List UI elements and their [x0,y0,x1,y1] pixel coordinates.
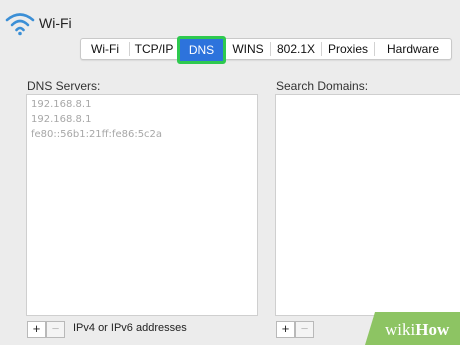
tab-bar: Wi-Fi TCP/IP DNS WINS 802.1X Proxies Har… [80,36,452,64]
search-domains-list[interactable] [275,94,460,316]
wifi-icon [5,13,35,36]
list-item[interactable]: 192.168.8.1 [31,114,91,125]
tab-dns[interactable]: DNS [177,36,226,64]
tab-wifi[interactable]: Wi-Fi [81,39,129,59]
tab-tcpip[interactable]: TCP/IP [130,39,178,59]
list-item[interactable]: fe80::56b1:21ff:fe86:5c2a [31,129,162,140]
svg-text:wikiHow: wikiHow [385,320,450,339]
window-header: Wi-Fi [0,0,460,40]
watermark-wiki: wiki [385,320,416,339]
tab-8021x[interactable]: 802.1X [271,39,321,59]
tab-hardware[interactable]: Hardware [375,39,451,59]
add-search-domain-button[interactable]: + [276,321,295,338]
search-domains-label: Search Domains: [276,79,369,93]
dns-servers-label: DNS Servers: [27,79,101,93]
remove-dns-server-button[interactable]: − [46,321,65,338]
tab-proxies[interactable]: Proxies [322,39,374,59]
watermark-how: How [415,320,450,339]
dns-hint-text: IPv4 or IPv6 addresses [73,322,187,334]
list-item[interactable]: 192.168.8.1 [31,99,91,110]
tab-wins[interactable]: WINS [226,39,270,59]
page-title: Wi-Fi [39,15,72,31]
add-dns-server-button[interactable]: + [27,321,46,338]
remove-search-domain-button[interactable]: − [295,321,314,338]
dns-servers-list[interactable]: 192.168.8.1 192.168.8.1 fe80::56b1:21ff:… [26,94,258,316]
wikihow-watermark: wikiHow [365,312,460,345]
